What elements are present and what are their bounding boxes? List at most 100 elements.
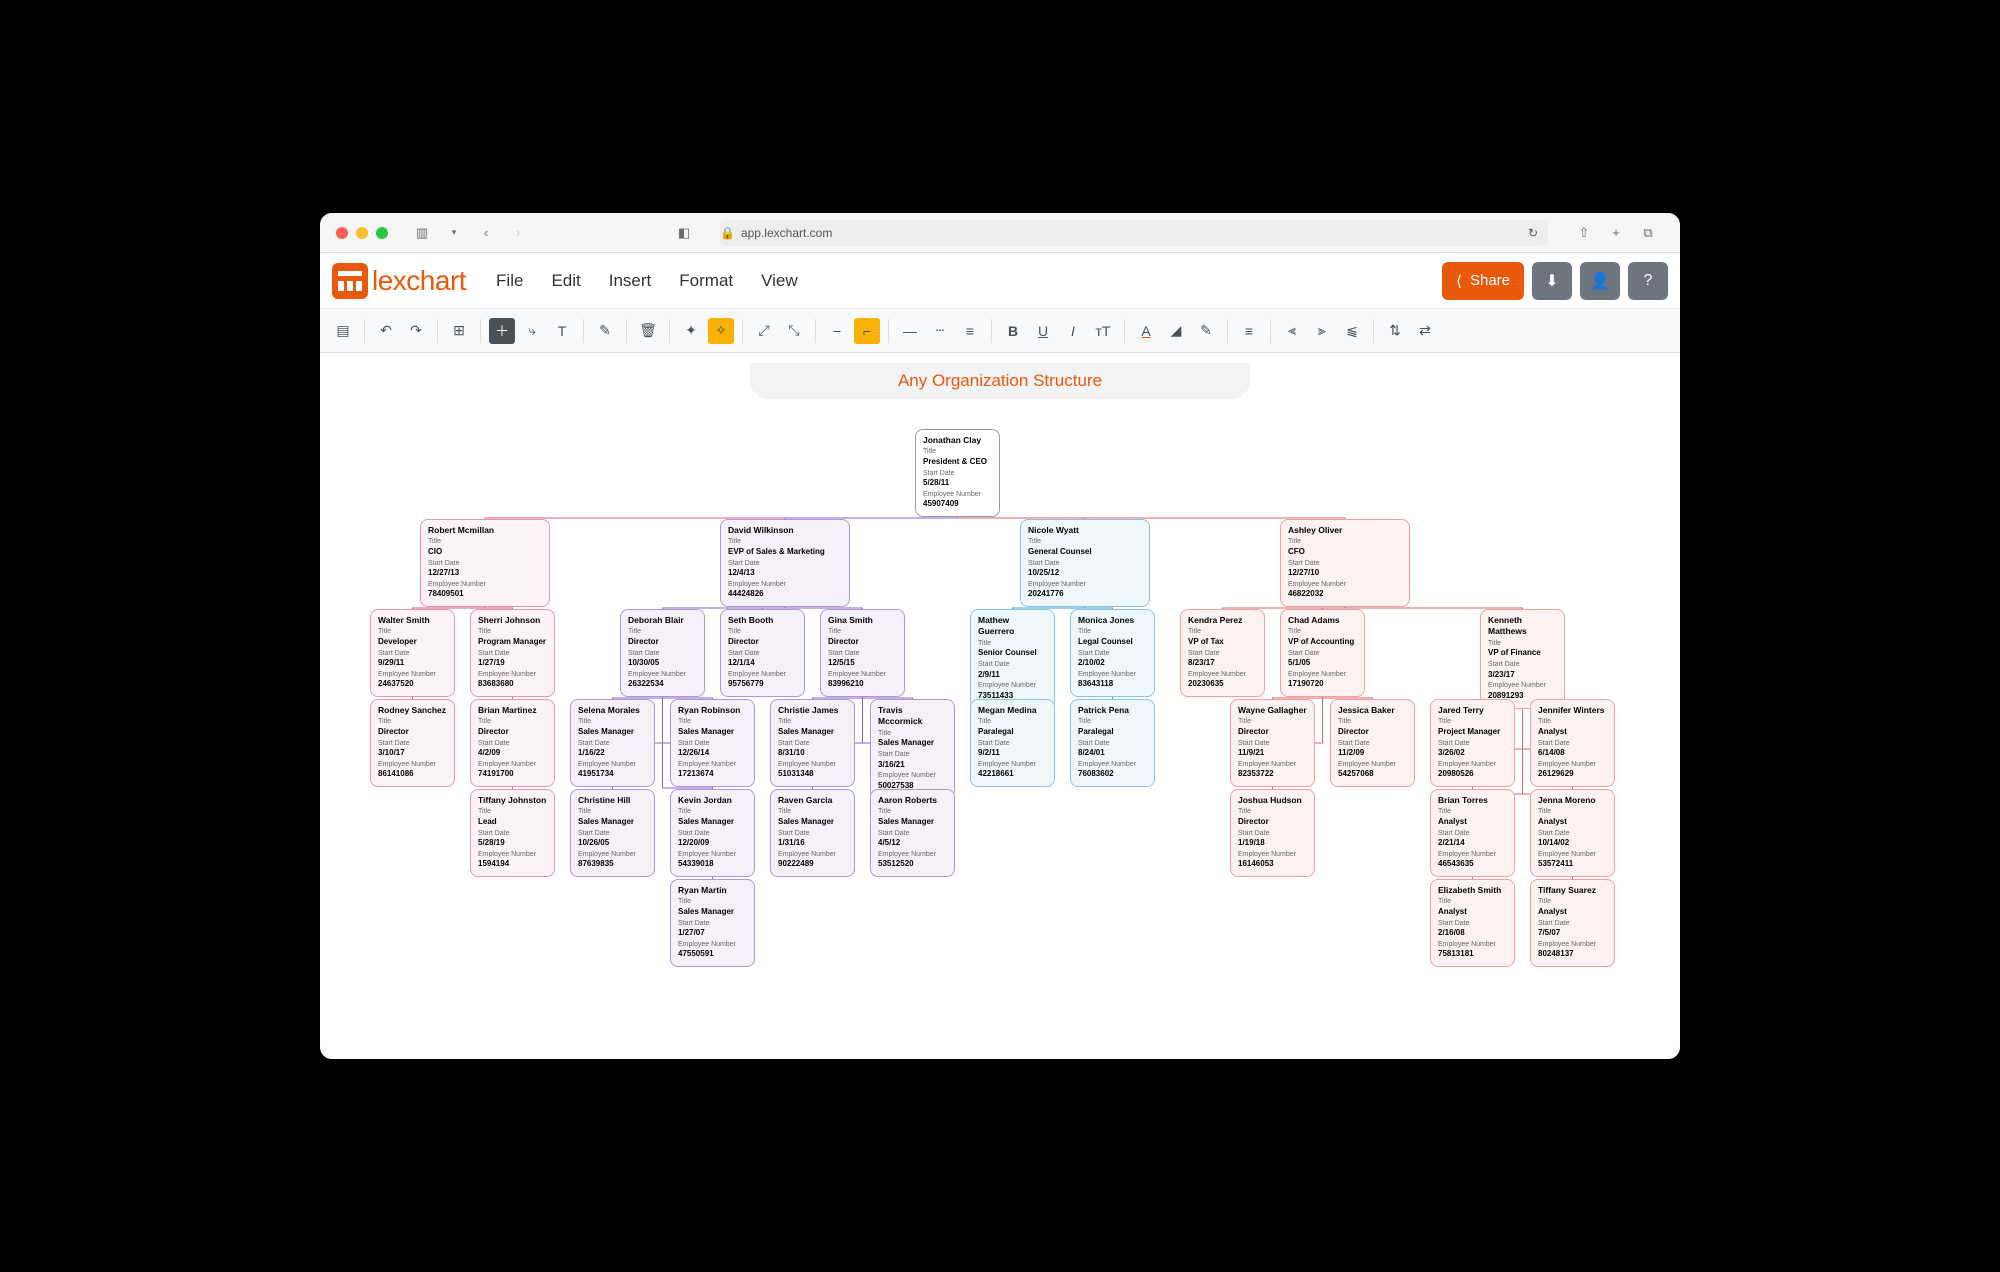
line-elbow-icon[interactable]: ⌐ xyxy=(854,318,880,344)
sort-icon[interactable]: ⇅ xyxy=(1382,318,1408,344)
org-node[interactable]: Jenna MorenoTitleAnalystStart Date10/14/… xyxy=(1530,789,1615,877)
align-h-center-icon[interactable]: ⫸ xyxy=(1309,318,1335,344)
org-node[interactable]: Patrick PenaTitleParalegalStart Date8/24… xyxy=(1070,699,1155,787)
shield-icon[interactable]: ◧ xyxy=(674,223,694,243)
canvas[interactable]: Any Organization Structure Jonathan Clay… xyxy=(320,353,1680,1059)
border-color-icon[interactable]: ✎ xyxy=(1193,318,1219,344)
maximize-icon[interactable] xyxy=(376,227,388,239)
org-node[interactable]: Christie JamesTitleSales ManagerStart Da… xyxy=(770,699,855,787)
org-node[interactable]: Tiffany JohnstonTitleLeadStart Date5/28/… xyxy=(470,789,555,877)
org-node[interactable]: Kevin JordanTitleSales ManagerStart Date… xyxy=(670,789,755,877)
redo-icon[interactable]: ↷ xyxy=(403,318,429,344)
italic-icon[interactable]: I xyxy=(1060,318,1086,344)
org-node[interactable]: Kendra PerezTitleVP of TaxStart Date8/23… xyxy=(1180,609,1265,697)
tabs-icon[interactable]: ⧉ xyxy=(1638,223,1658,243)
trash-icon[interactable]: 🗑 xyxy=(635,318,661,344)
menu-edit[interactable]: Edit xyxy=(551,271,580,291)
share-icon: ⟨ xyxy=(1456,272,1462,290)
org-node[interactable]: Jared TerryTitleProject ManagerStart Dat… xyxy=(1430,699,1515,787)
org-node[interactable]: Megan MedinaTitleParalegalStart Date9/2/… xyxy=(970,699,1055,787)
menubar: File Edit Insert Format View xyxy=(496,271,798,291)
org-node[interactable]: Joshua HudsonTitleDirectorStart Date1/19… xyxy=(1230,789,1315,877)
org-node[interactable]: Walter SmithTitleDeveloperStart Date9/29… xyxy=(370,609,455,697)
wand-icon[interactable]: ✦ xyxy=(678,318,704,344)
org-node[interactable]: Jessica BakerTitleDirectorStart Date11/2… xyxy=(1330,699,1415,787)
menu-view[interactable]: View xyxy=(761,271,798,291)
line-straight-icon[interactable]: ⎯ xyxy=(824,318,850,344)
user-button[interactable]: 👤 xyxy=(1580,262,1620,300)
org-node[interactable]: Jennifer WintersTitleAnalystStart Date6/… xyxy=(1530,699,1615,787)
help-button[interactable]: ? xyxy=(1628,262,1668,300)
org-node[interactable]: Christine HillTitleSales ManagerStart Da… xyxy=(570,789,655,877)
share-icon[interactable]: ⇧ xyxy=(1574,223,1594,243)
header-right: ⟨ Share ⬇ 👤 ? xyxy=(1442,262,1668,300)
undo-icon[interactable]: ↶ xyxy=(373,318,399,344)
org-node[interactable]: Gina SmithTitleDirectorStart Date12/5/15… xyxy=(820,609,905,697)
menu-insert[interactable]: Insert xyxy=(609,271,652,291)
org-node[interactable]: Jonathan ClayTitlePresident & CEOStart D… xyxy=(915,429,1000,517)
org-node[interactable]: Elizabeth SmithTitleAnalystStart Date2/1… xyxy=(1430,879,1515,967)
panel-icon[interactable]: ▤ xyxy=(330,318,356,344)
menu-file[interactable]: File xyxy=(496,271,523,291)
org-node[interactable]: Ashley OliverTitleCFOStart Date12/27/10E… xyxy=(1280,519,1410,607)
app-header: lexchart File Edit Insert Format View ⟨ … xyxy=(320,253,1680,309)
download-button[interactable]: ⬇ xyxy=(1532,262,1572,300)
connector-icon[interactable]: ⤷ xyxy=(519,318,545,344)
org-node[interactable]: Seth BoothTitleDirectorStart Date12/1/14… xyxy=(720,609,805,697)
org-node[interactable]: David WilkinsonTitleEVP of Sales & Marke… xyxy=(720,519,850,607)
org-node[interactable]: Kenneth MatthewsTitleVP of FinanceStart … xyxy=(1480,609,1565,709)
align-h-right-icon[interactable]: ⫹ xyxy=(1339,318,1365,344)
org-node[interactable]: Chad AdamsTitleVP of AccountingStart Dat… xyxy=(1280,609,1365,697)
fill-color-icon[interactable]: ◢ xyxy=(1163,318,1189,344)
swap-icon[interactable]: ⇄ xyxy=(1412,318,1438,344)
textbox-icon[interactable]: T xyxy=(549,318,575,344)
share-button[interactable]: ⟨ Share xyxy=(1442,262,1524,300)
line-dashed-icon[interactable]: ┄ xyxy=(927,318,953,344)
logo-text: lexchart xyxy=(372,265,466,297)
grid-icon[interactable]: ⊞ xyxy=(446,318,472,344)
chevron-down-icon[interactable]: ▾ xyxy=(444,223,464,243)
text-size-icon[interactable]: тT xyxy=(1090,318,1116,344)
auto-layout-icon[interactable]: ✧ xyxy=(708,318,734,344)
refresh-icon[interactable]: ↻ xyxy=(1528,226,1548,240)
new-tab-icon[interactable]: + xyxy=(1606,223,1626,243)
org-node[interactable]: Monica JonesTitleLegal CounselStart Date… xyxy=(1070,609,1155,697)
underline-icon[interactable]: U xyxy=(1030,318,1056,344)
org-node[interactable]: Selena MoralesTitleSales ManagerStart Da… xyxy=(570,699,655,787)
org-node[interactable]: Sherri JohnsonTitleProgram ManagerStart … xyxy=(470,609,555,697)
org-node[interactable]: Aaron RobertsTitleSales ManagerStart Dat… xyxy=(870,789,955,877)
edit-icon[interactable]: ✎ xyxy=(592,318,618,344)
org-node[interactable]: Wayne GallagherTitleDirectorStart Date11… xyxy=(1230,699,1315,787)
org-node[interactable]: Ryan RobinsonTitleSales ManagerStart Dat… xyxy=(670,699,755,787)
org-node[interactable]: Robert McmillanTitleCIOStart Date12/27/1… xyxy=(420,519,550,607)
org-node[interactable]: Deborah BlairTitleDirectorStart Date10/3… xyxy=(620,609,705,697)
titlebar: ▥ ▾ ‹ › ◧ 🔒 app.lexchart.com ↻ ⇧ + ⧉ xyxy=(320,213,1680,253)
back-icon[interactable]: ‹ xyxy=(476,223,496,243)
org-node[interactable]: Raven GarciaTitleSales ManagerStart Date… xyxy=(770,789,855,877)
close-icon[interactable] xyxy=(336,227,348,239)
forward-icon[interactable]: › xyxy=(508,223,528,243)
logo-icon xyxy=(332,263,368,299)
org-node[interactable]: Mathew GuerreroTitleSenior CounselStart … xyxy=(970,609,1055,709)
collapse-icon[interactable]: ⤡ xyxy=(781,318,807,344)
line-solid-icon[interactable]: — xyxy=(897,318,923,344)
minimize-icon[interactable] xyxy=(356,227,368,239)
menu-format[interactable]: Format xyxy=(679,271,733,291)
add-node-icon[interactable]: ＋ xyxy=(489,318,515,344)
org-node[interactable]: Rodney SanchezTitleDirectorStart Date3/1… xyxy=(370,699,455,787)
align-h-left-icon[interactable]: ⫷ xyxy=(1279,318,1305,344)
logo[interactable]: lexchart xyxy=(332,263,466,299)
expand-icon[interactable]: ⤢ xyxy=(751,318,777,344)
url-bar[interactable]: 🔒 app.lexchart.com ↻ xyxy=(720,220,1548,246)
text-color-icon[interactable]: A xyxy=(1133,318,1159,344)
line-weight-icon[interactable]: ≡ xyxy=(957,318,983,344)
align-left-icon[interactable]: ≡ xyxy=(1236,318,1262,344)
org-node[interactable]: Nicole WyattTitleGeneral CounselStart Da… xyxy=(1020,519,1150,607)
org-node[interactable]: Travis MccormickTitleSales ManagerStart … xyxy=(870,699,955,799)
sidebar-icon[interactable]: ▥ xyxy=(412,223,432,243)
org-node[interactable]: Brian TorresTitleAnalystStart Date2/21/1… xyxy=(1430,789,1515,877)
org-node[interactable]: Brian MartinezTitleDirectorStart Date4/2… xyxy=(470,699,555,787)
bold-icon[interactable]: B xyxy=(1000,318,1026,344)
org-node[interactable]: Ryan MartinTitleSales ManagerStart Date1… xyxy=(670,879,755,967)
org-node[interactable]: Tiffany SuarezTitleAnalystStart Date7/5/… xyxy=(1530,879,1615,967)
